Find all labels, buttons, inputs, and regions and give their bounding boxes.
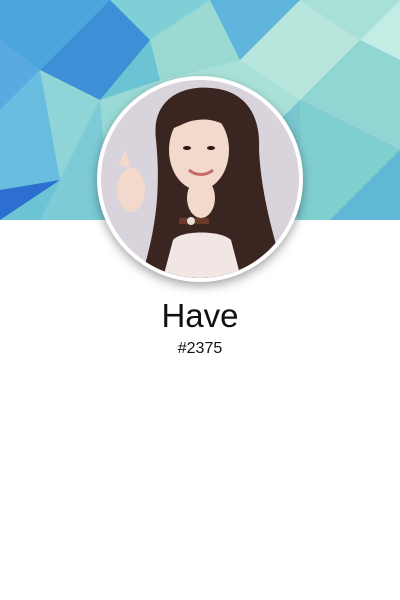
profile-tag: #2375 — [177, 340, 223, 357]
profile-card: Have #2375 — [0, 0, 400, 600]
avatar-photo — [101, 80, 299, 278]
avatar-frame[interactable] — [97, 76, 303, 282]
profile-name: Have — [161, 297, 239, 334]
avatar[interactable] — [101, 80, 299, 278]
